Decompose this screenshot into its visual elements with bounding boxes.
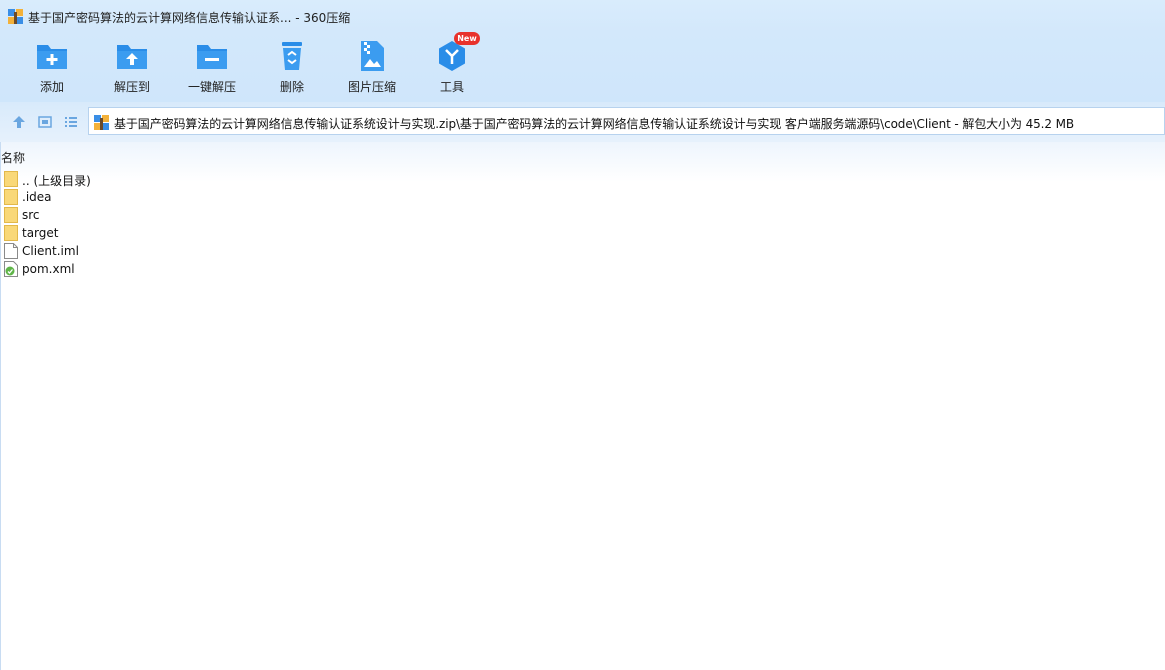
file-name: .idea — [22, 190, 52, 204]
delete-button[interactable]: 删除 — [252, 32, 332, 100]
up-arrow-icon[interactable] — [12, 115, 26, 129]
toolbar: 添加 解压到 一键解压 删除 图片压缩 工具 New — [0, 32, 1165, 102]
address-bar: 基于国产密码算法的云计算网络信息传输认证系统设计与实现.zip\基于国产密码算法… — [0, 102, 1165, 142]
list-item-src[interactable]: src — [4, 206, 304, 224]
folder-icon — [4, 207, 18, 223]
xml-file-icon — [4, 261, 18, 277]
tools-label: 工具 — [439, 80, 464, 94]
column-header-name[interactable]: 名称 — [1, 149, 25, 166]
quick-extract-label: 一键解压 — [187, 80, 236, 94]
quick-extract-button[interactable]: 一键解压 — [172, 32, 252, 100]
archive-app-icon — [8, 9, 23, 24]
add-label: 添加 — [39, 80, 64, 94]
delete-label: 删除 — [279, 80, 304, 94]
folder-icon — [4, 225, 18, 241]
file-name: src — [22, 208, 40, 222]
extract-to-label: 解压到 — [113, 80, 150, 94]
image-compress-label: 图片压缩 — [347, 80, 396, 94]
file-name: target — [22, 226, 59, 240]
file-name: .. (上级目录) — [22, 174, 91, 188]
folder-icon — [4, 189, 18, 205]
folder-extract-icon — [117, 45, 147, 69]
list-item-parent-dir[interactable]: .. (上级目录) — [4, 170, 304, 188]
zip-archive-icon — [94, 115, 109, 130]
window-title: 基于国产密码算法的云计算网络信息传输认证系... - 360压缩 — [28, 11, 351, 25]
file-name: pom.xml — [22, 262, 75, 276]
add-button[interactable]: 添加 — [12, 32, 92, 100]
new-badge: New — [454, 32, 480, 45]
image-compress-icon — [361, 41, 384, 71]
extract-to-button[interactable]: 解压到 — [92, 32, 172, 100]
path-field[interactable]: 基于国产密码算法的云计算网络信息传输认证系统设计与实现.zip\基于国产密码算法… — [88, 107, 1165, 135]
thumbnail-view-icon[interactable] — [38, 115, 52, 129]
tools-button[interactable]: 工具 — [412, 32, 492, 100]
image-compress-button[interactable]: 图片压缩 — [332, 32, 412, 100]
file-name: Client.iml — [22, 244, 79, 258]
list-item-target[interactable]: target — [4, 224, 304, 242]
document-icon — [4, 243, 18, 259]
list-view-icon[interactable] — [64, 115, 78, 129]
folder-icon — [4, 171, 18, 187]
recycle-bin-icon — [282, 42, 302, 70]
title-bar: 基于国产密码算法的云计算网络信息传输认证系... - 360压缩 — [0, 0, 1165, 32]
folder-add-icon — [37, 45, 67, 69]
list-item-pom-xml[interactable]: pom.xml — [4, 260, 304, 278]
list-item-client-iml[interactable]: Client.iml — [4, 242, 304, 260]
list-item-idea[interactable]: .idea — [4, 188, 304, 206]
path-text: 基于国产密码算法的云计算网络信息传输认证系统设计与实现.zip\基于国产密码算法… — [114, 117, 1074, 131]
file-list: 名称 .. (上级目录) .idea src target Client.iml — [0, 142, 1165, 670]
folder-quick-extract-icon — [197, 45, 227, 69]
